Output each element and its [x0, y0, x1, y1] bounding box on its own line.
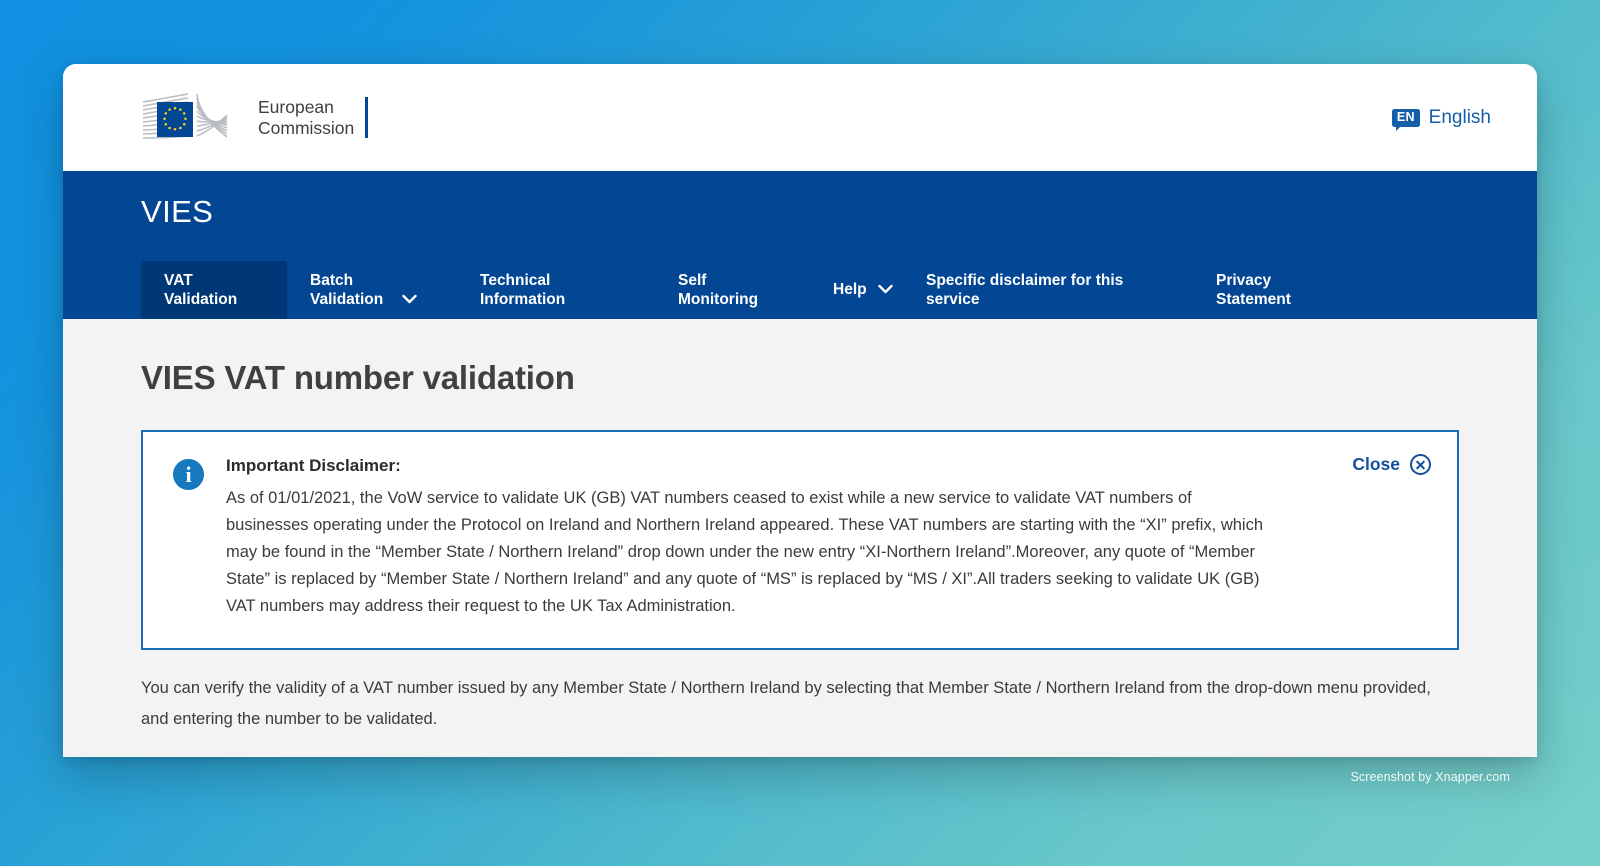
chevron-down-icon [402, 271, 417, 309]
nav-item-label: Batch Validation [310, 271, 384, 308]
nav-item-vat-validation[interactable]: VAT Validation [141, 261, 287, 319]
browser-window: European Commission EN English VIES VAT … [63, 64, 1537, 757]
ec-header: European Commission EN English [63, 64, 1537, 171]
intro-text: You can verify the validity of a VAT num… [141, 679, 1431, 728]
disclaimer-title: Important Disclaimer: [226, 456, 401, 475]
nav-item-privacy-statement[interactable]: Privacy Statement [1193, 261, 1383, 319]
logo-wordmark: European Commission [258, 96, 355, 138]
important-disclaimer-panel: i Important Disclaimer: As of 01/01/2021… [141, 430, 1459, 650]
nav-item-label: VAT Validation [164, 271, 238, 308]
page-title: VIES VAT number validation [141, 359, 575, 396]
nav-item-technical-information[interactable]: Technical Information [457, 261, 655, 319]
nav-item-help[interactable]: Help [810, 261, 903, 319]
nav-item-label: Privacy Statement [1216, 271, 1291, 308]
language-selector[interactable]: EN English [1391, 106, 1491, 131]
logo-accent-bar [365, 97, 369, 138]
site-nav-band: VIES VAT Validation Batch Validation Tec… [63, 171, 1537, 319]
close-disclaimer-button[interactable]: Close [1352, 454, 1431, 475]
nav-item-label: Specific disclaimer for this service [926, 271, 1124, 308]
nav-item-specific-disclaimer[interactable]: Specific disclaimer for this service [903, 261, 1193, 319]
european-commission-logo[interactable]: European Commission [141, 90, 369, 146]
page-content: VIES VAT number validation i Important D… [63, 319, 1537, 757]
language-code-badge-icon: EN [1391, 108, 1420, 131]
nav-item-label: Help [833, 281, 867, 298]
close-button-label: Close [1352, 454, 1400, 474]
main-navigation: VAT Validation Batch Validation Technica… [141, 261, 1537, 319]
watermark: Screenshot by Xnapper.com [1350, 770, 1510, 784]
chevron-down-icon [877, 280, 893, 299]
nav-item-batch-validation[interactable]: Batch Validation [287, 261, 457, 319]
disclaimer-text: As of 01/01/2021, the VoW service to val… [226, 489, 1264, 615]
info-icon: i [173, 459, 204, 490]
language-label: English [1428, 106, 1491, 128]
site-title: VIES [141, 194, 214, 229]
close-icon [1410, 454, 1431, 475]
disclaimer-body: Important Disclaimer: As of 01/01/2021, … [226, 456, 1431, 620]
nav-item-label: Technical Information [480, 271, 566, 308]
nav-item-self-monitoring[interactable]: Self Monitoring [655, 261, 810, 319]
nav-item-label: Self Monitoring [678, 271, 759, 308]
eu-flag-logo-icon [141, 90, 249, 146]
